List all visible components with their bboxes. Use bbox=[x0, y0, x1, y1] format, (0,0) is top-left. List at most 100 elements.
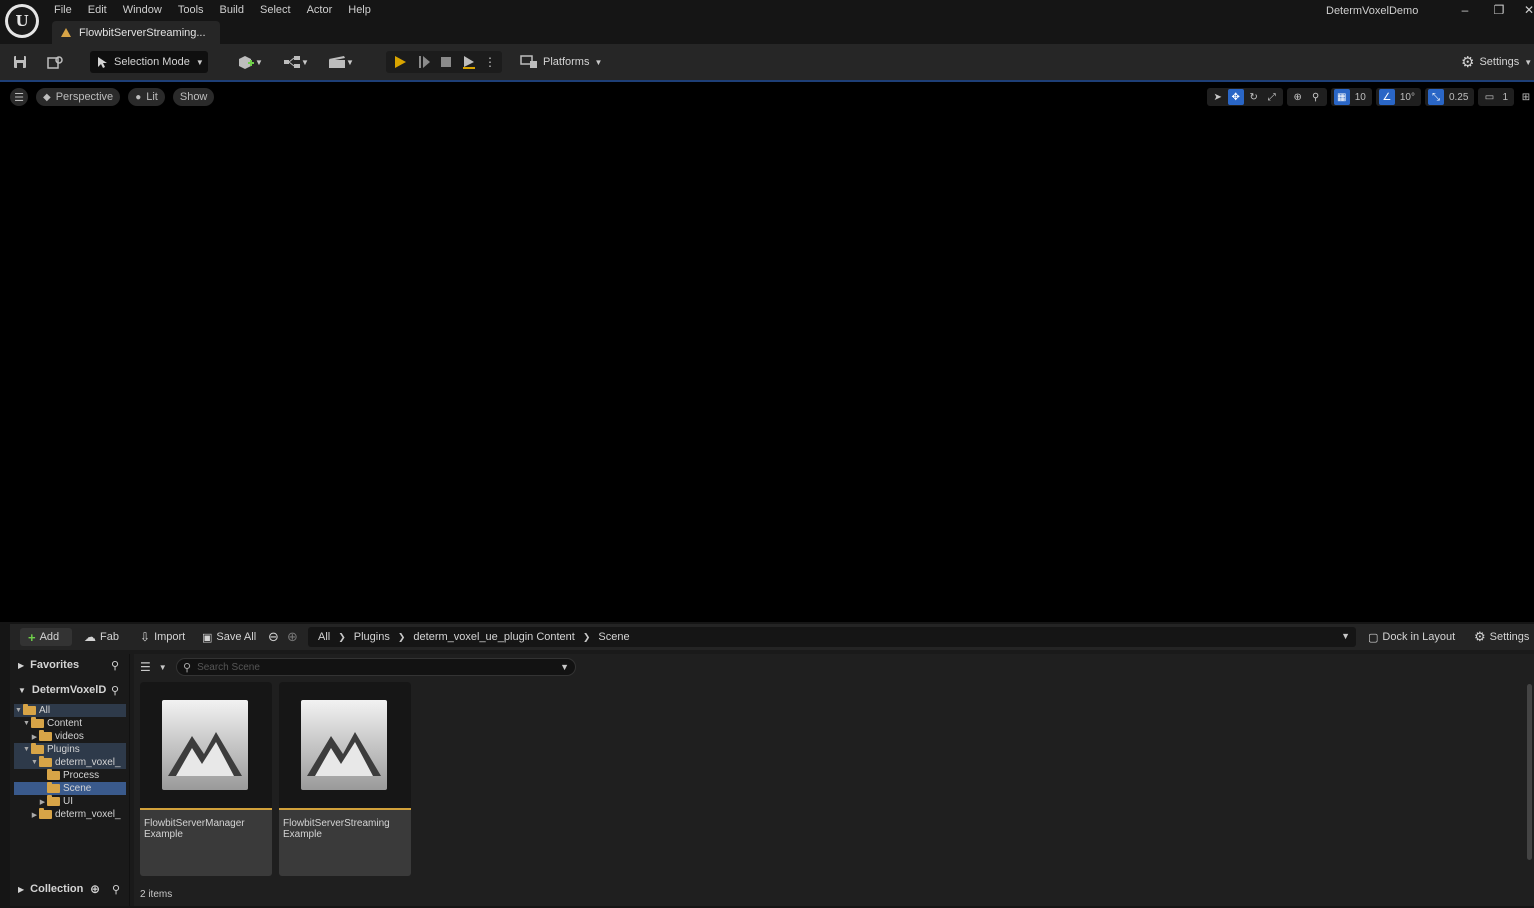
breadcrumb-scene[interactable]: Scene bbox=[598, 631, 629, 643]
rotate-tool-icon[interactable]: ↻ bbox=[1246, 89, 1262, 105]
search-icon[interactable]: ⚲ bbox=[111, 684, 119, 697]
clapperboard-icon bbox=[329, 56, 346, 68]
fab-button[interactable]: ☁ Fab bbox=[84, 628, 119, 646]
add-button[interactable]: + Add bbox=[20, 628, 72, 646]
play-icon[interactable] bbox=[392, 54, 408, 70]
stop-icon[interactable] bbox=[438, 54, 454, 70]
viewport-menu-button[interactable]: ☰ bbox=[10, 88, 28, 106]
grid-snap-icon[interactable]: ▦ bbox=[1333, 89, 1350, 105]
unreal-logo-icon[interactable]: U bbox=[5, 4, 39, 38]
menu-file[interactable]: File bbox=[46, 3, 80, 17]
save-all-button[interactable]: ▣ Save All bbox=[202, 628, 256, 646]
hamburger-icon: ☰ bbox=[14, 91, 24, 104]
tree-item-ui[interactable]: ▶ UI bbox=[14, 795, 126, 808]
breadcrumb-plugin-content[interactable]: determ_voxel_ue_plugin Content bbox=[413, 631, 574, 643]
scale-snap-control[interactable]: ⤡ 0.25 bbox=[1424, 88, 1475, 106]
chevron-down-icon: ▼ bbox=[1524, 57, 1533, 67]
menu-build[interactable]: Build bbox=[212, 3, 252, 17]
surface-snap-icon[interactable]: ⚲ bbox=[1308, 89, 1324, 105]
rotation-snap-control[interactable]: ∠ 10° bbox=[1375, 88, 1421, 106]
dock-in-layout-button[interactable]: ▢ Dock in Layout bbox=[1368, 628, 1455, 646]
minimize-icon[interactable]: – bbox=[1456, 2, 1474, 18]
chevron-down-icon[interactable]: ▼ bbox=[560, 662, 569, 672]
content-settings-button[interactable]: ⚙ Settings bbox=[1474, 628, 1529, 646]
settings-dropdown[interactable]: ⚙ Settings ▼ bbox=[1461, 52, 1532, 72]
scale-snap-icon[interactable]: ⤡ bbox=[1427, 89, 1444, 105]
fab-label: Fab bbox=[100, 631, 119, 643]
lit-button[interactable]: ● Lit bbox=[128, 88, 165, 106]
grid-snap-control[interactable]: ▦ 10 bbox=[1330, 88, 1372, 106]
folder-icon bbox=[39, 756, 52, 767]
search-icon[interactable]: ⚲ bbox=[111, 659, 119, 672]
save-icon[interactable] bbox=[12, 54, 28, 70]
menu-actor[interactable]: Actor bbox=[299, 3, 341, 17]
menu-select[interactable]: Select bbox=[252, 3, 299, 17]
camera-icon[interactable]: ▭ bbox=[1481, 89, 1497, 105]
add-actor-button[interactable]: ▼ bbox=[234, 53, 266, 71]
browse-content-icon[interactable] bbox=[46, 54, 64, 70]
restore-icon[interactable]: ❐ bbox=[1490, 2, 1508, 18]
tree-item-process[interactable]: Process bbox=[14, 769, 126, 782]
tree-label: determ_voxel_ bbox=[55, 809, 121, 820]
menu-tools[interactable]: Tools bbox=[170, 3, 212, 17]
eject-icon[interactable] bbox=[460, 54, 478, 70]
collections-header[interactable]: ▶ Collection ⊕ ⚲ bbox=[10, 878, 130, 900]
show-button[interactable]: Show bbox=[172, 88, 215, 106]
forward-history-icon[interactable]: ⊕ bbox=[287, 628, 298, 646]
maximize-viewport-icon[interactable]: ⊞ bbox=[1518, 89, 1534, 105]
project-header[interactable]: ▼ DetermVoxelD ⚲ bbox=[10, 679, 129, 701]
tree-arrow-icon: ▶ bbox=[31, 811, 38, 819]
menu-window[interactable]: Window bbox=[115, 3, 170, 17]
rotation-snap-icon[interactable]: ∠ bbox=[1378, 89, 1395, 105]
menu-edit[interactable]: Edit bbox=[80, 3, 115, 17]
menu-help[interactable]: Help bbox=[340, 3, 379, 17]
platforms-dropdown[interactable]: Platforms ▼ bbox=[520, 52, 602, 72]
close-icon[interactable]: ✕ bbox=[1520, 2, 1534, 18]
search-field[interactable]: ⚲ ▼ bbox=[176, 658, 576, 676]
chevron-down-icon: ▼ bbox=[158, 662, 167, 672]
filter-button[interactable]: ☰ ▼ bbox=[140, 658, 167, 676]
collection-label: Collection bbox=[30, 883, 84, 895]
asset-tile[interactable]: FlowbitServerManager Example bbox=[140, 682, 272, 876]
tree-item-videos[interactable]: ▶ videos bbox=[14, 730, 126, 743]
tree-item-content[interactable]: ▼ Content bbox=[14, 717, 126, 730]
folder-icon bbox=[31, 717, 44, 728]
translate-tool-icon[interactable]: ✥ bbox=[1227, 89, 1244, 105]
chevron-right-icon: ▶ bbox=[18, 660, 25, 670]
chevron-down-icon[interactable]: ▼ bbox=[1341, 631, 1350, 641]
viewport-left-controls: ☰ ◆ Perspective ● Lit Show bbox=[10, 88, 215, 106]
selection-mode-dropdown[interactable]: Selection Mode ▼ bbox=[90, 51, 208, 73]
level-tab[interactable]: FlowbitServerStreaming... bbox=[52, 21, 220, 44]
perspective-button[interactable]: ◆ Perspective bbox=[36, 88, 121, 106]
tree-label: UI bbox=[63, 796, 73, 807]
scrollbar[interactable] bbox=[1527, 684, 1532, 860]
favorites-header[interactable]: ▶ Favorites ⚲ bbox=[10, 654, 129, 676]
gear-icon: ⚙ bbox=[1461, 54, 1475, 71]
tree-item-determ-voxel-plugin[interactable]: ▼ determ_voxel_ bbox=[14, 756, 126, 769]
tree-item-all[interactable]: ▼ All bbox=[14, 704, 126, 717]
scale-tool-icon[interactable]: ⤢ bbox=[1264, 89, 1280, 105]
level-viewport[interactable]: ☰ ◆ Perspective ● Lit Show ➤ ✥ ↻ ⤢ ⊕ ⚲ ▦… bbox=[0, 80, 1534, 622]
cinematics-button[interactable]: ▼ bbox=[326, 53, 356, 71]
chevron-down-icon: ▼ bbox=[255, 57, 263, 67]
tree-item-plugins[interactable]: ▼ Plugins bbox=[14, 743, 126, 756]
step-forward-icon[interactable] bbox=[416, 54, 432, 70]
world-space-icon[interactable]: ⊕ bbox=[1290, 89, 1306, 105]
tree-item-scene[interactable]: Scene bbox=[14, 782, 126, 795]
import-label: Import bbox=[154, 631, 186, 643]
search-icon[interactable]: ⚲ bbox=[112, 883, 120, 896]
asset-thumbnail bbox=[140, 682, 272, 810]
search-input[interactable] bbox=[197, 661, 558, 673]
breadcrumb-all[interactable]: All bbox=[318, 631, 330, 643]
asset-name: FlowbitServerStreaming Example bbox=[283, 818, 407, 840]
camera-speed-control[interactable]: ▭ 1 bbox=[1478, 88, 1514, 106]
back-history-icon[interactable]: ⊖ bbox=[268, 628, 279, 646]
select-tool-icon[interactable]: ➤ bbox=[1210, 89, 1226, 105]
asset-tile[interactable]: FlowbitServerStreaming Example bbox=[279, 682, 411, 876]
blueprint-button[interactable]: ▼ bbox=[280, 53, 312, 71]
tree-item-determ-voxel-plugin-2[interactable]: ▶ determ_voxel_ bbox=[14, 808, 126, 821]
import-button[interactable]: ⇩ Import bbox=[140, 628, 185, 646]
add-collection-icon[interactable]: ⊕ bbox=[90, 882, 100, 896]
breadcrumb-plugins[interactable]: Plugins bbox=[354, 631, 390, 643]
more-options-icon[interactable]: ⋮ bbox=[484, 54, 496, 70]
